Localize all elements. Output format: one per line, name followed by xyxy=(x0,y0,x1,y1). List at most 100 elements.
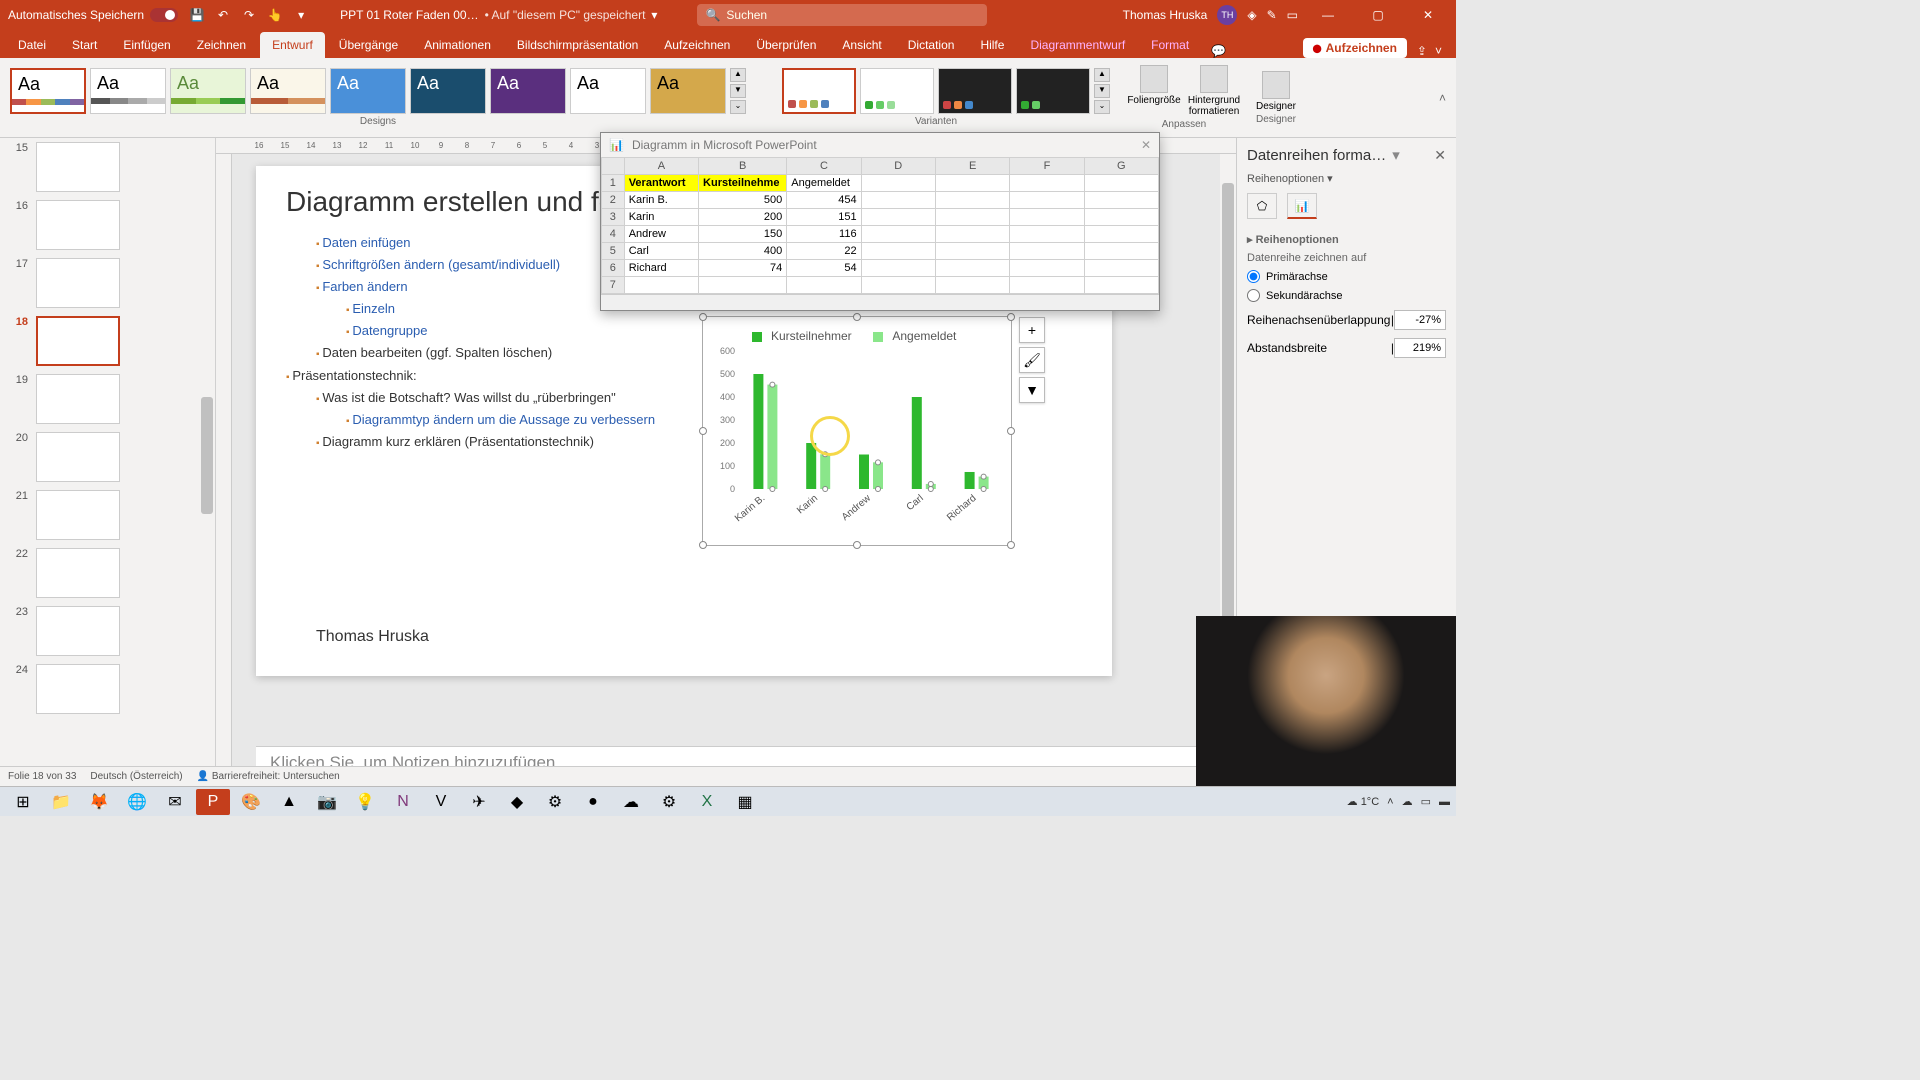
app-icon[interactable]: 🎨 xyxy=(234,789,268,815)
collapse-ribbon-icon[interactable]: ˅ xyxy=(1435,44,1442,58)
variant-2[interactable] xyxy=(860,68,934,114)
slide-thumb-19[interactable]: 19 xyxy=(0,370,199,428)
chart-plot-area[interactable]: 0100200300400500600Karin B.KarinAndrewCa… xyxy=(703,317,1011,545)
obs-icon[interactable]: ⚙ xyxy=(538,789,572,815)
theme-thumb-3[interactable]: Aa xyxy=(170,68,246,114)
collapse-ribbon-chevron-icon[interactable]: ˄ xyxy=(1439,91,1446,105)
theme-thumb-7[interactable]: Aa xyxy=(490,68,566,114)
themes-scroller[interactable]: ▲▼⌄ xyxy=(730,68,746,114)
record-button[interactable]: Aufzeichnen xyxy=(1303,38,1407,58)
save-icon[interactable]: 💾 xyxy=(188,6,206,24)
tab-zeichnen[interactable]: Zeichnen xyxy=(185,32,258,58)
app-icon-2[interactable]: 📷 xyxy=(310,789,344,815)
share-icon[interactable]: ⇪ xyxy=(1417,44,1427,58)
close-button[interactable]: ✕ xyxy=(1408,1,1448,29)
more-icon[interactable]: ▾ xyxy=(292,6,310,24)
slide-counter[interactable]: Folie 18 von 33 xyxy=(8,771,76,782)
slide-thumb-23[interactable]: 23 xyxy=(0,602,199,660)
fill-line-icon[interactable]: ⬠ xyxy=(1247,193,1277,219)
gap-width-input[interactable] xyxy=(1394,338,1446,358)
filename-area[interactable]: PPT 01 Roter Faden 00… • Auf "diesem PC"… xyxy=(340,8,657,22)
window-icon[interactable]: ▭ xyxy=(1287,8,1298,22)
maximize-button[interactable]: ▢ xyxy=(1358,1,1398,29)
designer-button[interactable]: Designer xyxy=(1248,71,1304,112)
comments-icon[interactable]: 💬 xyxy=(1211,44,1226,58)
slide-thumb-21[interactable]: 21 xyxy=(0,486,199,544)
slide-thumb-18[interactable]: 18 xyxy=(0,312,199,370)
firefox-icon[interactable]: 🦊 xyxy=(82,789,116,815)
minimize-button[interactable]: — xyxy=(1308,1,1348,29)
settings-icon[interactable]: ⚙ xyxy=(652,789,686,815)
file-explorer-icon[interactable]: 📁 xyxy=(44,789,78,815)
tab-einfuegen[interactable]: Einfügen xyxy=(111,32,182,58)
chrome-icon[interactable]: 🌐 xyxy=(120,789,154,815)
autosave-toggle[interactable]: Automatisches Speichern xyxy=(8,8,178,22)
tab-bildschirm[interactable]: Bildschirmpräsentation xyxy=(505,32,650,58)
undo-icon[interactable]: ↶ xyxy=(214,6,232,24)
tab-ansicht[interactable]: Ansicht xyxy=(830,32,893,58)
datasheet-hscroll[interactable] xyxy=(601,294,1159,310)
outlook-icon[interactable]: ✉ xyxy=(158,789,192,815)
weather-widget[interactable]: ☁ 1°C xyxy=(1347,795,1380,808)
tab-entwurf[interactable]: Entwurf xyxy=(260,32,325,58)
chart-object[interactable]: Kursteilnehmer Angemeldet 01002003004005… xyxy=(702,316,1012,546)
dropdown-icon[interactable]: ▾ xyxy=(651,8,657,22)
pen-icon[interactable]: ✎ xyxy=(1267,8,1277,22)
start-button[interactable]: ⊞ xyxy=(6,789,40,815)
format-background-button[interactable]: Hintergrund formatieren xyxy=(1186,65,1242,117)
onedrive-icon[interactable]: ☁ xyxy=(1402,795,1413,808)
tray-icon-2[interactable]: ▬ xyxy=(1439,796,1450,808)
tab-start[interactable]: Start xyxy=(60,32,109,58)
tab-format[interactable]: Format xyxy=(1139,32,1201,58)
series-overlap-input[interactable] xyxy=(1394,310,1446,330)
slide-size-button[interactable]: Foliengröße xyxy=(1126,65,1182,117)
tray-chevron-icon[interactable]: ˄ xyxy=(1387,796,1393,808)
format-pane-close-button[interactable]: ✕ xyxy=(1434,147,1446,164)
user-avatar[interactable]: TH xyxy=(1217,5,1237,25)
powerpoint-icon[interactable]: P xyxy=(196,789,230,815)
tab-diagrammentwurf[interactable]: Diagrammentwurf xyxy=(1018,32,1137,58)
variant-3[interactable] xyxy=(938,68,1012,114)
app-icon-3[interactable]: 💡 xyxy=(348,789,382,815)
search-box[interactable]: 🔍 Suchen xyxy=(697,4,987,26)
slide-thumb-15[interactable]: 15 xyxy=(0,138,199,196)
onenote-icon[interactable]: N xyxy=(386,789,420,815)
tab-aufzeichnen[interactable]: Aufzeichnen xyxy=(652,32,742,58)
variant-1[interactable] xyxy=(782,68,856,114)
secondary-axis-radio[interactable]: Sekundärachse xyxy=(1247,289,1446,302)
variants-scroller[interactable]: ▲▼⌄ xyxy=(1094,68,1110,114)
primary-axis-radio[interactable]: Primärachse xyxy=(1247,270,1446,283)
tab-datei[interactable]: Datei xyxy=(6,32,58,58)
toggle-switch[interactable] xyxy=(150,8,178,22)
slide-thumb-22[interactable]: 22 xyxy=(0,544,199,602)
theme-thumb-8[interactable]: Aa xyxy=(570,68,646,114)
excel-icon[interactable]: X xyxy=(690,789,724,815)
datasheet-grid[interactable]: ABCDEFG1VerantwortKursteilnehmeAngemelde… xyxy=(601,157,1159,294)
tab-hilfe[interactable]: Hilfe xyxy=(968,32,1016,58)
variants-gallery[interactable] xyxy=(782,68,1090,114)
app-icon-4[interactable]: V xyxy=(424,789,458,815)
series-options-dropdown[interactable]: Reihenoptionen ▾ xyxy=(1247,172,1446,185)
tab-animationen[interactable]: Animationen xyxy=(412,32,503,58)
slide-thumb-20[interactable]: 20 xyxy=(0,428,199,486)
app-icon-7[interactable]: ☁ xyxy=(614,789,648,815)
slide-thumb-24[interactable]: 24 xyxy=(0,660,199,718)
datasheet-close-button[interactable]: ✕ xyxy=(1141,138,1151,152)
vlc-icon[interactable]: ▲ xyxy=(272,789,306,815)
tab-dictation[interactable]: Dictation xyxy=(896,32,967,58)
tray-icon[interactable]: ▭ xyxy=(1421,795,1431,808)
tab-uebergaenge[interactable]: Übergänge xyxy=(327,32,410,58)
variant-4[interactable] xyxy=(1016,68,1090,114)
chart-styles-button[interactable]: 🖌 xyxy=(1019,347,1045,373)
telegram-icon[interactable]: ✈ xyxy=(462,789,496,815)
theme-thumb-4[interactable]: Aa xyxy=(250,68,326,114)
chart-elements-button[interactable]: + xyxy=(1019,317,1045,343)
slide-thumb-16[interactable]: 16 xyxy=(0,196,199,254)
series-options-header[interactable]: ▸ Reihenoptionen xyxy=(1247,233,1446,246)
accessibility-check[interactable]: 👤 Barrierefreiheit: Untersuchen xyxy=(197,771,340,782)
app-icon-6[interactable]: ● xyxy=(576,789,610,815)
app-icon-8[interactable]: ▦ xyxy=(728,789,762,815)
theme-thumb-2[interactable]: Aa xyxy=(90,68,166,114)
theme-thumb-9[interactable]: Aa xyxy=(650,68,726,114)
series-options-icon[interactable]: 📊 xyxy=(1287,193,1317,219)
